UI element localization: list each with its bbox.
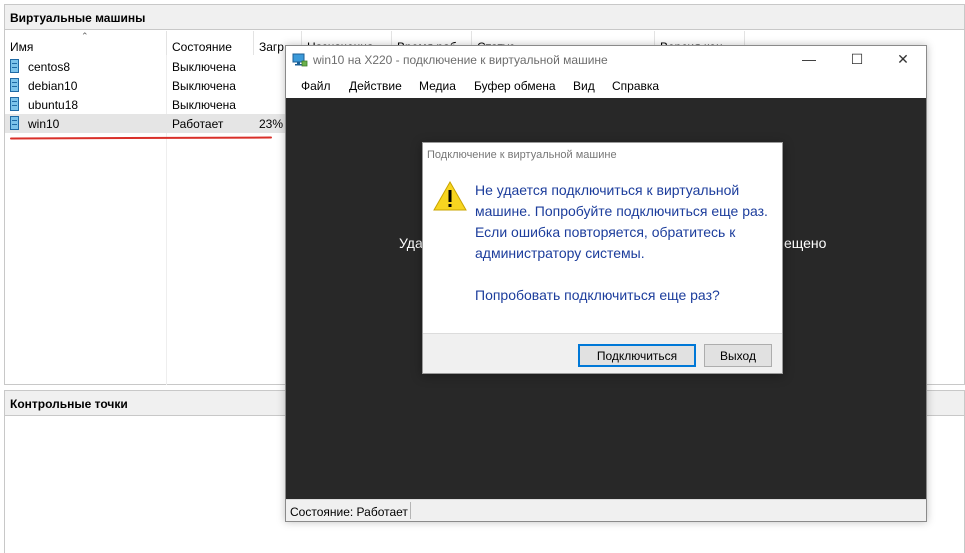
- menu-clipboard[interactable]: Буфер обмена: [474, 79, 556, 93]
- connection-error-dialog: Подключение к виртуальной машине Не удае…: [422, 142, 783, 374]
- status-divider: [410, 502, 411, 519]
- column-name-label: Имя: [10, 40, 34, 54]
- close-icon: ✕: [897, 51, 909, 67]
- vm-name: debian10: [28, 79, 78, 93]
- vm-state: Выключена: [172, 79, 236, 93]
- vm-name: win10: [28, 117, 60, 131]
- column-name[interactable]: Имя ⌃: [5, 31, 167, 55]
- vm-name: ubuntu18: [28, 98, 79, 112]
- connect-button[interactable]: Подключиться: [578, 344, 696, 367]
- minimize-icon: —: [802, 51, 816, 67]
- vm-screen-text-left: Уда: [399, 235, 423, 251]
- menu-view[interactable]: Вид: [573, 79, 595, 93]
- maximize-icon: ☐: [850, 51, 864, 67]
- vm-icon: [10, 97, 19, 111]
- vm-state: Работает: [172, 117, 224, 131]
- vm-connect-icon: [292, 53, 308, 67]
- menu-action[interactable]: Действие: [349, 79, 402, 93]
- table-row[interactable]: centos8 Выключена: [5, 57, 287, 76]
- maximize-button[interactable]: ☐: [834, 46, 880, 74]
- dialog-message: Не удается подключиться к виртуальной ма…: [475, 182, 768, 261]
- vm-status-text: Состояние: Работает: [290, 505, 408, 519]
- menu-file[interactable]: Файл: [301, 79, 331, 93]
- vm-icon: [10, 116, 19, 130]
- vm-menu-bar: Файл Действие Медиа Буфер обмена Вид Спр…: [286, 74, 926, 98]
- dialog-title: Подключение к виртуальной машине: [427, 149, 617, 161]
- warning-icon: [433, 181, 467, 211]
- vm-icon: [10, 78, 19, 92]
- vm-window-title: win10 на X220 - подключение к виртуально…: [313, 53, 608, 67]
- close-button[interactable]: ✕: [880, 46, 926, 74]
- minimize-button[interactable]: —: [786, 46, 832, 74]
- exit-button[interactable]: Выход: [704, 344, 772, 367]
- table-row[interactable]: debian10 Выключена: [5, 76, 287, 95]
- vm-cpu-usage: 23%: [259, 117, 284, 131]
- menu-media[interactable]: Медиа: [419, 79, 456, 93]
- vm-screen-text-right: ещено: [784, 235, 827, 251]
- vm-status-bar: Состояние: Работает: [286, 499, 926, 521]
- sort-ascending-icon: ⌃: [81, 31, 89, 41]
- vm-window-titlebar[interactable]: win10 на X220 - подключение к виртуально…: [286, 46, 926, 74]
- column-state[interactable]: Состояние: [167, 31, 254, 55]
- menu-help[interactable]: Справка: [612, 79, 659, 93]
- dialog-footer: Подключиться Выход: [423, 333, 782, 373]
- virtual-machines-header: Виртуальные машины: [5, 5, 964, 30]
- dialog-retry-prompt: Попробовать подключиться еще раз?: [475, 287, 720, 303]
- table-row-selected[interactable]: win10 Работает 23%: [5, 114, 287, 133]
- vm-state: Выключена: [172, 98, 236, 112]
- table-row[interactable]: ubuntu18 Выключена: [5, 95, 287, 114]
- vm-name: centos8: [28, 60, 71, 74]
- vm-icon: [10, 59, 19, 73]
- vm-state: Выключена: [172, 60, 236, 74]
